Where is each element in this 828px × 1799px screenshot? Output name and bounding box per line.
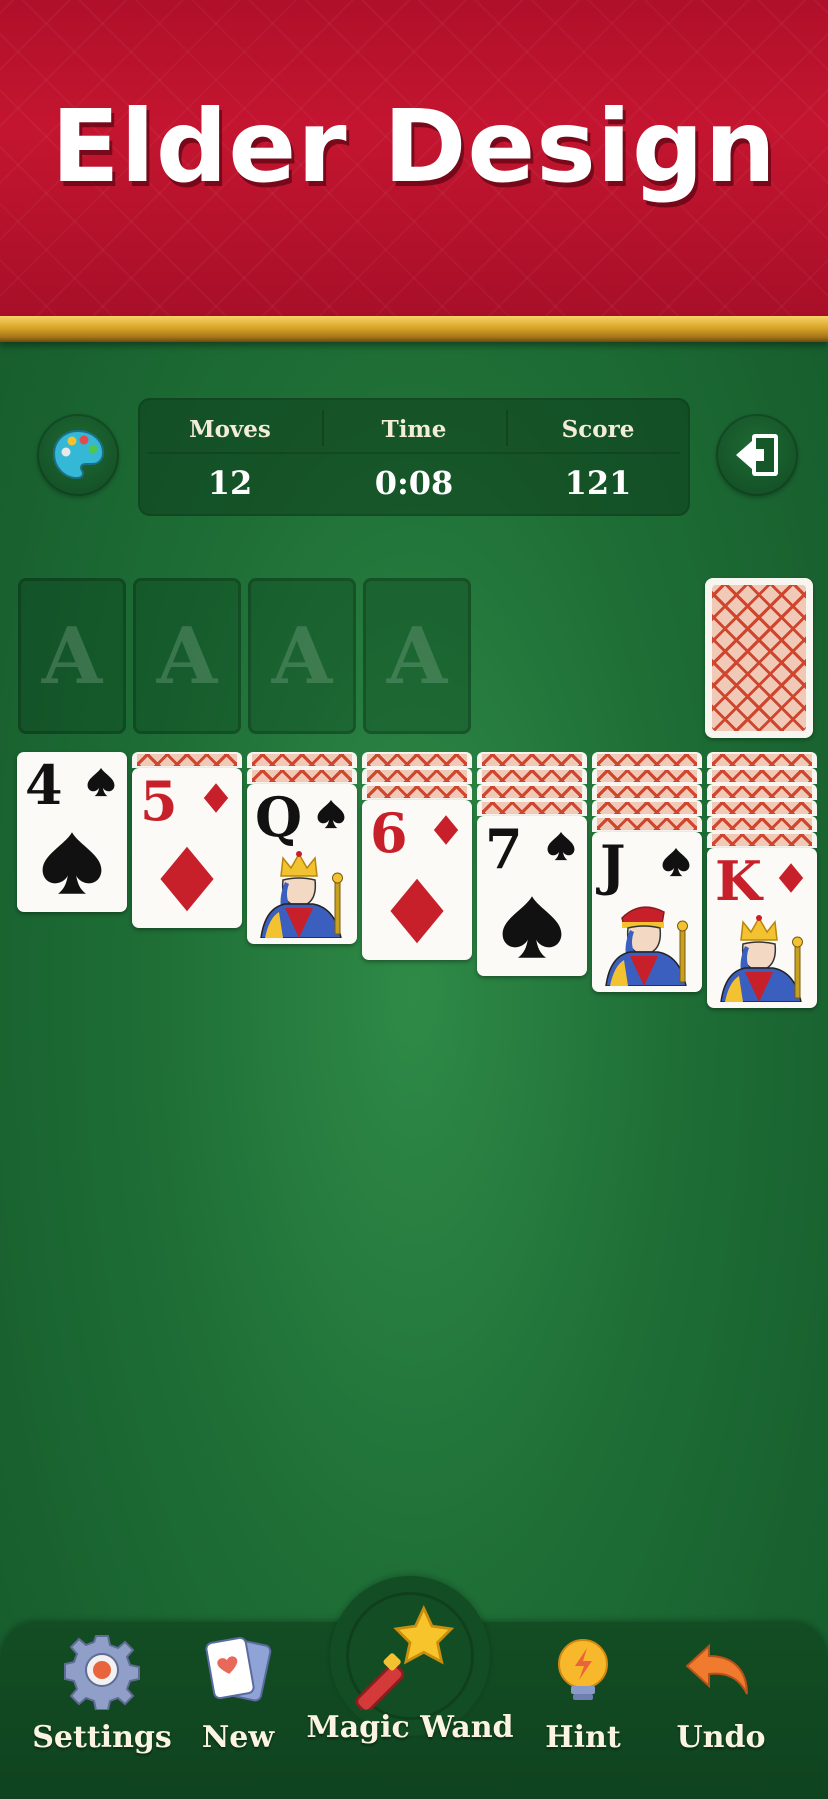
face-up-card[interactable]: Q bbox=[247, 784, 357, 944]
foundation-pile-2[interactable]: A bbox=[133, 578, 241, 734]
score-stat: Score 121 bbox=[506, 398, 690, 516]
tableau-column-4: 6 bbox=[362, 752, 472, 960]
tableau-column-2: 5 bbox=[132, 752, 242, 928]
undo-label: Undo bbox=[676, 1720, 766, 1755]
undo-button[interactable]: Undo bbox=[636, 1630, 806, 1755]
card-rank: 5 bbox=[140, 769, 178, 833]
tableau-column-7: K bbox=[707, 752, 817, 1008]
card-rank: 6 bbox=[370, 801, 408, 865]
queen-portrait bbox=[260, 851, 343, 938]
face-down-card bbox=[247, 752, 357, 768]
face-down-card bbox=[362, 784, 472, 800]
moves-stat: Moves 12 bbox=[138, 398, 322, 516]
foundation-placeholder: A bbox=[41, 610, 103, 702]
face-down-card bbox=[362, 768, 472, 784]
diamond-icon bbox=[433, 815, 459, 845]
face-down-card bbox=[592, 768, 702, 784]
card-rank: K bbox=[715, 849, 762, 913]
foundation-placeholder: A bbox=[271, 610, 333, 702]
card-rank: 4 bbox=[25, 753, 63, 817]
foundation-pile-3[interactable]: A bbox=[248, 578, 356, 734]
gold-divider bbox=[0, 316, 828, 342]
moves-value: 12 bbox=[207, 464, 253, 502]
face-down-card bbox=[477, 752, 587, 768]
score-label: Score bbox=[561, 416, 635, 443]
gear-icon bbox=[64, 1635, 140, 1710]
tableau-column-3: Q bbox=[247, 752, 357, 944]
tableau-column-6: J bbox=[592, 752, 702, 992]
palette-icon bbox=[52, 429, 105, 480]
exit-icon bbox=[736, 434, 778, 476]
face-down-card bbox=[707, 816, 817, 832]
face-down-card bbox=[362, 752, 472, 768]
spade-icon bbox=[547, 831, 575, 861]
diamond-icon bbox=[390, 878, 444, 944]
face-up-card[interactable]: 6 bbox=[362, 800, 472, 960]
new-game-cards-icon bbox=[205, 1636, 272, 1702]
new-game-button[interactable]: New bbox=[153, 1630, 323, 1755]
face-down-card bbox=[592, 800, 702, 816]
diamond-icon bbox=[160, 846, 214, 912]
face-down-card bbox=[247, 768, 357, 784]
diamond-icon bbox=[778, 863, 804, 893]
spade-icon bbox=[87, 767, 115, 797]
foundation-pile-1[interactable]: A bbox=[18, 578, 126, 734]
card-rank: 7 bbox=[485, 817, 523, 881]
face-down-card bbox=[707, 768, 817, 784]
time-value: 0:08 bbox=[374, 464, 454, 502]
lightbulb-icon bbox=[558, 1639, 608, 1700]
face-down-card bbox=[592, 816, 702, 832]
score-value: 121 bbox=[564, 464, 632, 502]
face-up-card[interactable]: 4 bbox=[17, 752, 127, 912]
card-rank: J bbox=[600, 833, 626, 897]
face-down-card bbox=[707, 752, 817, 768]
theme-button[interactable] bbox=[37, 414, 119, 496]
stats-panel: Moves 12 Time 0:08 Score 121 bbox=[138, 398, 690, 516]
foundation-placeholder: A bbox=[386, 610, 448, 702]
face-down-card bbox=[707, 784, 817, 800]
stock-pile[interactable] bbox=[705, 578, 813, 738]
hint-label: Hint bbox=[545, 1720, 621, 1755]
spade-icon bbox=[502, 896, 562, 958]
face-up-card[interactable]: J bbox=[592, 832, 702, 992]
settings-label: Settings bbox=[32, 1720, 172, 1755]
undo-arrow-icon bbox=[685, 1643, 748, 1695]
banner-title: Elder Design bbox=[51, 88, 777, 205]
face-down-card bbox=[477, 800, 587, 816]
face-down-card bbox=[592, 784, 702, 800]
face-down-card bbox=[707, 800, 817, 816]
diamond-icon bbox=[203, 783, 229, 813]
spade-icon bbox=[662, 847, 690, 877]
king-portrait bbox=[720, 915, 803, 1002]
magic-wand-button[interactable]: Magic Wand bbox=[306, 1600, 514, 1745]
spade-icon bbox=[317, 799, 345, 829]
face-down-card bbox=[477, 768, 587, 784]
magic-wand-icon bbox=[355, 1604, 455, 1710]
face-down-card bbox=[477, 784, 587, 800]
face-down-card bbox=[592, 752, 702, 768]
magic-wand-label: Magic Wand bbox=[306, 1710, 514, 1745]
tableau-column-5: 7 bbox=[477, 752, 587, 976]
face-down-card bbox=[707, 832, 817, 848]
jack-portrait bbox=[605, 906, 688, 986]
card-back bbox=[712, 585, 806, 731]
new-game-label: New bbox=[201, 1720, 275, 1755]
spade-icon bbox=[42, 832, 102, 894]
exit-button[interactable] bbox=[716, 414, 798, 496]
foundation-pile-4[interactable]: A bbox=[363, 578, 471, 734]
promo-banner: Elder Design bbox=[0, 0, 828, 318]
moves-label: Moves bbox=[189, 416, 271, 443]
time-label: Time bbox=[381, 416, 447, 443]
foundation-placeholder: A bbox=[156, 610, 218, 702]
face-up-card[interactable]: K bbox=[707, 848, 817, 1008]
time-stat: Time 0:08 bbox=[322, 398, 506, 516]
tableau-column-1: 4 bbox=[17, 752, 127, 912]
face-down-card bbox=[132, 752, 242, 768]
face-up-card[interactable]: 5 bbox=[132, 768, 242, 928]
card-rank: Q bbox=[255, 785, 303, 849]
face-up-card[interactable]: 7 bbox=[477, 816, 587, 976]
